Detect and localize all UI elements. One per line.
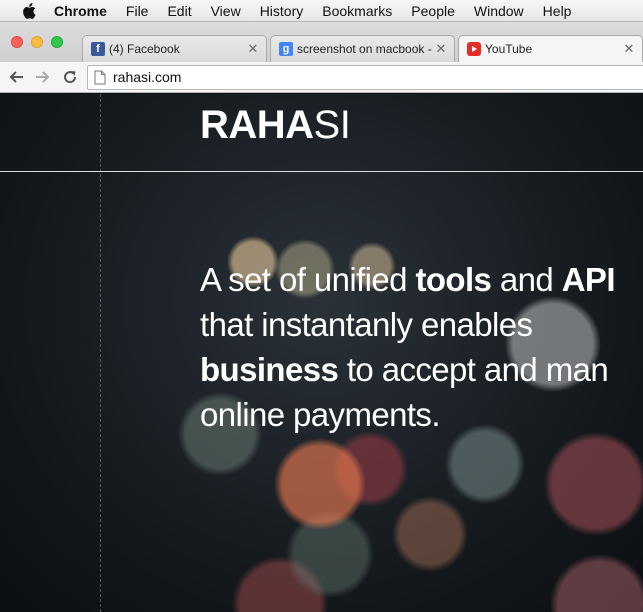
address-bar[interactable]: rahasi.com	[87, 64, 643, 90]
tab-google-search[interactable]: g screenshot on macbook - ✕	[270, 35, 455, 62]
menu-bar: Chrome File Edit View History Bookmarks …	[0, 0, 643, 22]
menu-people[interactable]: People	[411, 3, 455, 19]
close-icon[interactable]: ✕	[622, 41, 636, 57]
back-button[interactable]	[5, 66, 27, 88]
youtube-icon	[467, 42, 481, 56]
tab-title: (4) Facebook	[109, 42, 180, 56]
url-text: rahasi.com	[113, 69, 182, 85]
facebook-icon: f	[91, 42, 105, 56]
tab-youtube[interactable]: YouTube ✕	[458, 35, 643, 62]
hero-line-2: that instantanly enables	[200, 306, 533, 343]
site-logo[interactable]: RAHASI	[200, 102, 351, 148]
menu-bookmarks[interactable]: Bookmarks	[322, 3, 392, 19]
logo-bold-text: RAHA	[200, 103, 314, 147]
menu-window[interactable]: Window	[474, 3, 524, 19]
hero-emphasis: tools	[415, 261, 492, 298]
hero-line-4: online payments.	[200, 396, 440, 433]
header-divider	[0, 171, 643, 172]
hero-headline: A set of unified tools and API that inst…	[200, 257, 643, 437]
google-icon: g	[279, 42, 293, 56]
close-icon[interactable]: ✕	[434, 41, 448, 57]
tab-facebook[interactable]: f (4) Facebook ✕	[82, 35, 267, 62]
zoom-window-button[interactable]	[51, 36, 63, 48]
close-window-button[interactable]	[11, 36, 23, 48]
hero-emphasis: API	[561, 261, 616, 298]
page-icon	[94, 70, 106, 85]
web-page: RAHASI A set of unified tools and API th…	[0, 94, 643, 612]
menu-file[interactable]: File	[126, 3, 149, 19]
menu-help[interactable]: Help	[543, 3, 572, 19]
menu-app-name[interactable]: Chrome	[54, 3, 107, 19]
tab-title: YouTube	[485, 42, 533, 56]
forward-button[interactable]	[32, 66, 54, 88]
menu-edit[interactable]: Edit	[167, 3, 191, 19]
hero-text: to accept and man	[338, 351, 609, 388]
tab-strip: f (4) Facebook ✕ g screenshot on macbook…	[0, 22, 643, 62]
hero-line-1: A set of unified tools and API	[200, 257, 643, 302]
tab-title: screenshot on macbook -	[297, 42, 432, 56]
browser-toolbar: rahasi.com	[0, 62, 643, 93]
hero-line-3: business to accept and man	[200, 347, 643, 392]
hero-text: and	[491, 261, 562, 298]
hero-text: A set of unified	[200, 261, 416, 298]
menu-view[interactable]: View	[211, 3, 241, 19]
close-icon[interactable]: ✕	[246, 41, 260, 57]
hero-emphasis: business	[200, 351, 339, 388]
minimize-window-button[interactable]	[31, 36, 43, 48]
menu-history[interactable]: History	[260, 3, 304, 19]
reload-button[interactable]	[59, 66, 81, 88]
logo-light-text: SI	[313, 103, 351, 147]
apple-icon[interactable]	[18, 2, 40, 19]
